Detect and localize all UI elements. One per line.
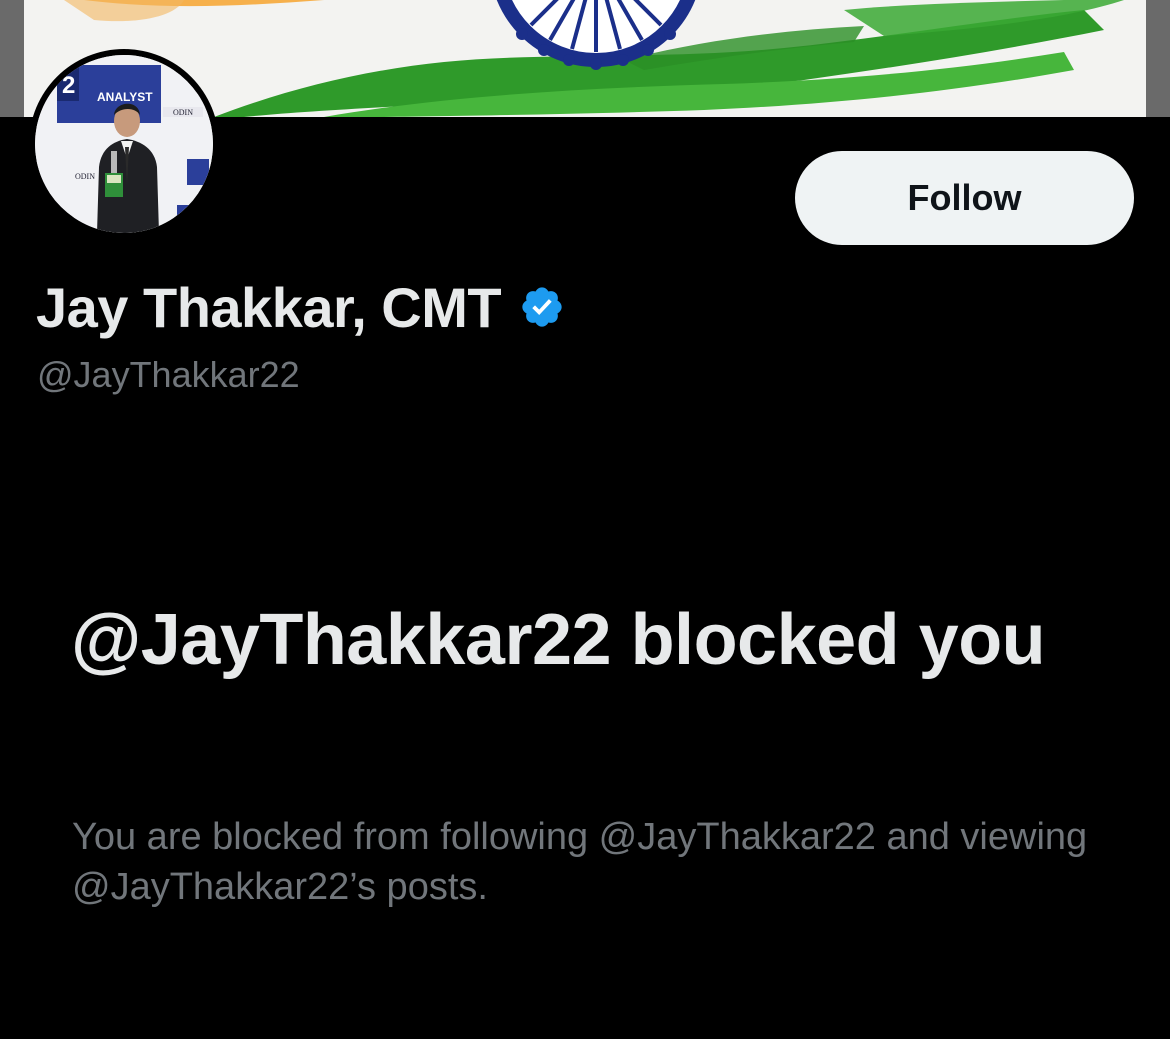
display-name: Jay Thakkar, CMT — [36, 275, 502, 339]
avatar-brand-left: ODIN — [75, 172, 95, 181]
avatar-photo: 2 ANALYST ODIN ODIN — [35, 55, 213, 233]
follow-button[interactable]: Follow — [795, 151, 1134, 245]
profile-avatar[interactable]: 2 ANALYST ODIN ODIN — [29, 49, 219, 239]
profile-name-row: Jay Thakkar, CMT — [36, 272, 565, 342]
avatar-brand-top: ODIN — [173, 108, 193, 117]
svg-text:2: 2 — [62, 72, 75, 99]
verified-badge-icon[interactable] — [519, 284, 565, 330]
blocked-title: @JayThakkar22 blocked you — [71, 600, 1046, 680]
profile-handle: @JayThakkar22 — [37, 354, 300, 395]
avatar-award-text: ANALYST — [97, 90, 153, 104]
blocked-description: You are blocked from following @JayThakk… — [72, 816, 1088, 908]
